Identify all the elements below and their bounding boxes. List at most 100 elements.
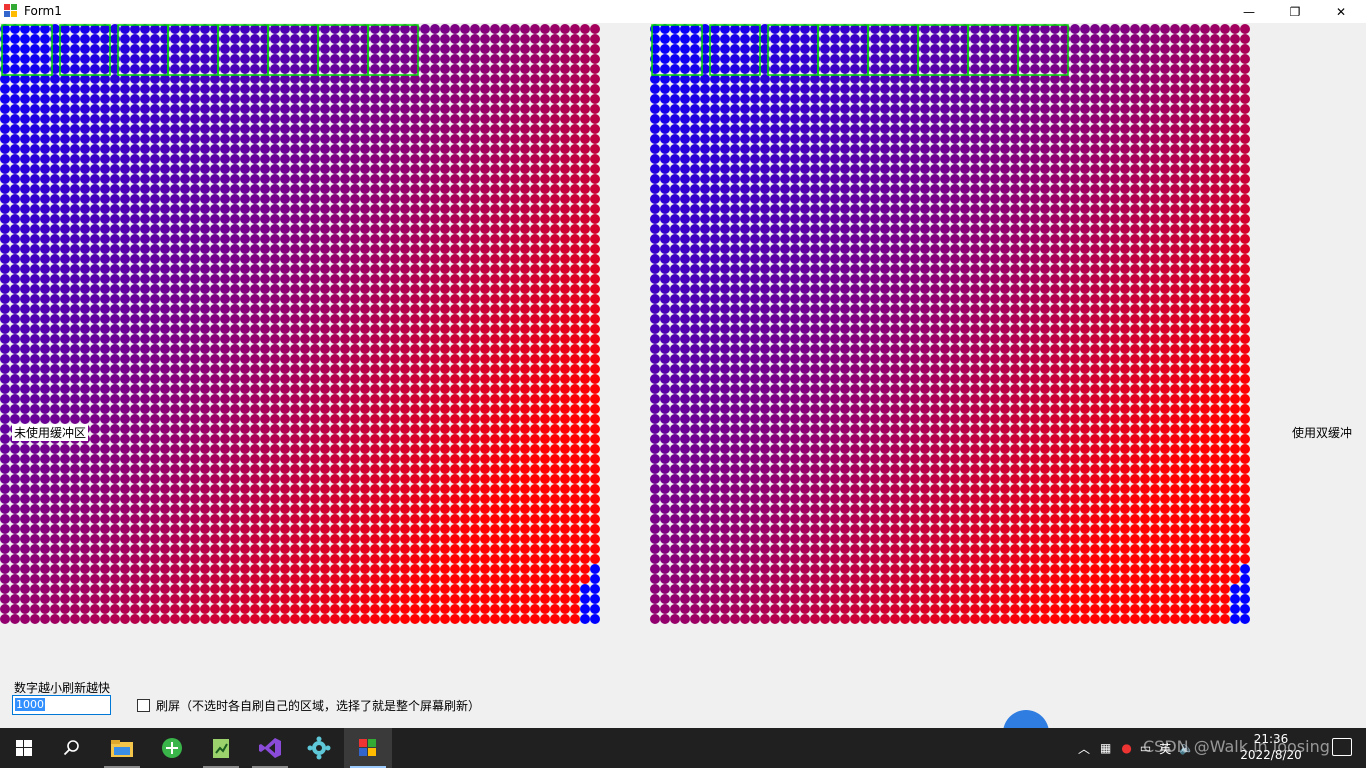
grid-dot xyxy=(280,204,290,214)
grid-dot xyxy=(250,474,260,484)
grid-dot xyxy=(1150,64,1160,74)
grid-dot xyxy=(1130,214,1140,224)
grid-dot xyxy=(1040,204,1050,214)
grid-dot xyxy=(190,154,200,164)
grid-dot xyxy=(200,104,210,114)
close-button[interactable]: ✕ xyxy=(1318,0,1364,23)
grid-dot xyxy=(930,184,940,194)
grid-dot xyxy=(550,164,560,174)
grid-dot xyxy=(320,534,330,544)
grid-dot xyxy=(570,444,580,454)
grid-dot xyxy=(120,304,130,314)
grid-dot xyxy=(110,354,120,364)
grid-dot xyxy=(300,584,310,594)
grid-dot xyxy=(550,554,560,564)
grid-dot xyxy=(450,454,460,464)
grid-dot xyxy=(1070,194,1080,204)
grid-dot xyxy=(0,94,10,104)
grid-dot xyxy=(220,314,230,324)
grid-dot xyxy=(1030,94,1040,104)
grid-dot xyxy=(890,164,900,174)
grid-dot xyxy=(290,614,300,624)
grid-dot xyxy=(490,334,500,344)
grid-dot xyxy=(150,344,160,354)
app-icon xyxy=(4,4,17,17)
grid-dot xyxy=(190,204,200,214)
grid-dot xyxy=(540,34,550,44)
grid-dot xyxy=(400,484,410,494)
grid-dot xyxy=(510,194,520,204)
grid-dot xyxy=(280,374,290,384)
grid-dot xyxy=(350,134,360,144)
grid-dot xyxy=(350,424,360,434)
grid-dot xyxy=(200,264,210,274)
grid-dot xyxy=(1160,144,1170,154)
grid-dot xyxy=(850,114,860,124)
grid-dot xyxy=(390,274,400,284)
grid-dot xyxy=(960,154,970,164)
grid-dot xyxy=(570,144,580,154)
grid-dot xyxy=(420,174,430,184)
maximize-button[interactable]: ❐ xyxy=(1272,0,1318,23)
grid-dot xyxy=(290,274,300,284)
grid-dot xyxy=(50,264,60,274)
grid-dot xyxy=(20,564,30,574)
grid-dot xyxy=(560,144,570,154)
grid-dot xyxy=(680,174,690,184)
grid-dot xyxy=(660,84,670,94)
grid-dot xyxy=(440,404,450,414)
grid-dot xyxy=(50,184,60,194)
grid-dot xyxy=(680,194,690,204)
grid-dot xyxy=(750,134,760,144)
grid-dot xyxy=(0,584,10,594)
grid-dot xyxy=(0,554,10,564)
grid-dot xyxy=(160,334,170,344)
grid-dot xyxy=(560,24,570,34)
grid-dot xyxy=(180,164,190,174)
grid-dot xyxy=(570,484,580,494)
grid-dot xyxy=(1210,224,1220,234)
grid-dot xyxy=(170,304,180,314)
grid-dot xyxy=(480,484,490,494)
grid-dot xyxy=(220,354,230,364)
grid-dot xyxy=(170,364,180,374)
grid-dot xyxy=(120,254,130,264)
grid-dot xyxy=(230,444,240,454)
grid-dot xyxy=(100,324,110,334)
grid-dot xyxy=(310,184,320,194)
grid-dot xyxy=(100,304,110,314)
grid-dot xyxy=(1090,174,1100,184)
grid-dot xyxy=(560,184,570,194)
grid-dot xyxy=(520,194,530,204)
unbuffered-dot-grid xyxy=(0,24,600,624)
grid-dot xyxy=(420,324,430,334)
grid-dot xyxy=(1190,64,1200,74)
grid-dot xyxy=(210,284,220,294)
minimize-button[interactable]: — xyxy=(1226,0,1272,23)
grid-dot xyxy=(370,524,380,534)
grid-dot xyxy=(130,454,140,464)
grid-dot xyxy=(560,164,570,174)
grid-dot xyxy=(240,534,250,544)
grid-dot xyxy=(90,494,100,504)
grid-dot xyxy=(550,274,560,284)
grid-dot xyxy=(1180,164,1190,174)
grid-dot xyxy=(40,324,50,334)
grid-dot xyxy=(330,324,340,334)
grid-dot xyxy=(200,454,210,464)
grid-dot xyxy=(420,554,430,564)
grid-dot xyxy=(1040,84,1050,94)
grid-dot xyxy=(140,374,150,384)
grid-dot xyxy=(100,584,110,594)
grid-dot xyxy=(690,194,700,204)
grid-dot xyxy=(300,414,310,424)
grid-dot xyxy=(560,324,570,334)
grid-dot xyxy=(220,584,230,594)
grid-dot xyxy=(860,104,870,114)
grid-dot xyxy=(510,314,520,324)
grid-dot xyxy=(490,414,500,424)
grid-dot xyxy=(390,34,400,44)
grid-dot xyxy=(300,554,310,564)
grid-dot xyxy=(960,144,970,154)
grid-dot xyxy=(120,274,130,284)
